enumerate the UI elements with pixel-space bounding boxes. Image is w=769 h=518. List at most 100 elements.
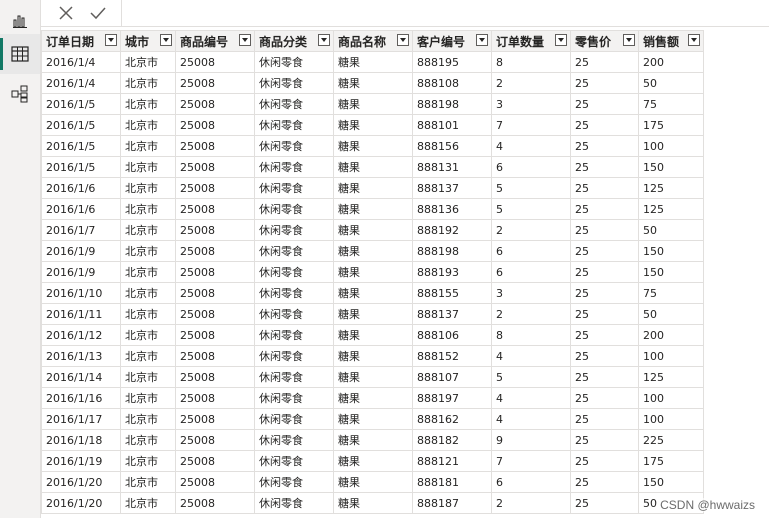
table-cell[interactable]: 2016/1/5 bbox=[41, 156, 121, 178]
column-header[interactable]: 城市 bbox=[120, 30, 176, 52]
table-cell[interactable]: 888192 bbox=[412, 219, 492, 241]
table-row[interactable]: 2016/1/16 北京市 25008 休闲零食 糖果 888197 4 25 100 bbox=[41, 387, 704, 409]
table-cell[interactable]: 888121 bbox=[412, 450, 492, 472]
table-cell[interactable]: 225 bbox=[638, 429, 704, 451]
table-cell[interactable]: 休闲零食 bbox=[254, 219, 334, 241]
column-header[interactable]: 商品编号 bbox=[175, 30, 255, 52]
column-header[interactable]: 销售额 bbox=[638, 30, 704, 52]
table-cell[interactable]: 150 bbox=[638, 240, 704, 262]
table-cell[interactable]: 25008 bbox=[175, 471, 255, 493]
table-cell[interactable]: 25008 bbox=[175, 387, 255, 409]
table-cell[interactable]: 2 bbox=[491, 303, 571, 325]
table-cell[interactable]: 25 bbox=[570, 114, 639, 136]
table-cell[interactable]: 休闲零食 bbox=[254, 177, 334, 199]
table-cell[interactable]: 25 bbox=[570, 135, 639, 157]
table-cell[interactable]: 5 bbox=[491, 366, 571, 388]
table-cell[interactable]: 糖果 bbox=[333, 324, 413, 346]
table-cell[interactable]: 25 bbox=[570, 51, 639, 73]
table-cell[interactable]: 糖果 bbox=[333, 177, 413, 199]
table-cell[interactable]: 6 bbox=[491, 471, 571, 493]
table-cell[interactable]: 75 bbox=[638, 93, 704, 115]
table-cell[interactable]: 休闲零食 bbox=[254, 282, 334, 304]
table-cell[interactable]: 25 bbox=[570, 177, 639, 199]
table-row[interactable]: 2016/1/6 北京市 25008 休闲零食 糖果 888136 5 25 125 bbox=[41, 198, 704, 220]
table-cell[interactable]: 100 bbox=[638, 345, 704, 367]
table-cell[interactable]: 糖果 bbox=[333, 303, 413, 325]
table-cell[interactable]: 休闲零食 bbox=[254, 492, 334, 514]
table-cell[interactable]: 休闲零食 bbox=[254, 324, 334, 346]
table-cell[interactable]: 2016/1/10 bbox=[41, 282, 121, 304]
table-cell[interactable]: 25008 bbox=[175, 198, 255, 220]
table-cell[interactable]: 糖果 bbox=[333, 93, 413, 115]
table-cell[interactable]: 50 bbox=[638, 72, 704, 94]
table-cell[interactable]: 25008 bbox=[175, 345, 255, 367]
table-cell[interactable]: 2016/1/4 bbox=[41, 72, 121, 94]
table-cell[interactable]: 2 bbox=[491, 219, 571, 241]
table-cell[interactable]: 糖果 bbox=[333, 492, 413, 514]
table-cell[interactable]: 888101 bbox=[412, 114, 492, 136]
table-cell[interactable]: 北京市 bbox=[120, 93, 176, 115]
table-row[interactable]: 2016/1/19 北京市 25008 休闲零食 糖果 888121 7 25 175 bbox=[41, 450, 704, 472]
table-cell[interactable]: 休闲零食 bbox=[254, 471, 334, 493]
table-cell[interactable]: 2 bbox=[491, 492, 571, 514]
table-cell[interactable]: 125 bbox=[638, 177, 704, 199]
table-cell[interactable]: 888107 bbox=[412, 366, 492, 388]
table-cell[interactable]: 北京市 bbox=[120, 261, 176, 283]
table-cell[interactable]: 北京市 bbox=[120, 114, 176, 136]
table-cell[interactable]: 25 bbox=[570, 345, 639, 367]
table-cell[interactable]: 糖果 bbox=[333, 387, 413, 409]
table-cell[interactable]: 北京市 bbox=[120, 324, 176, 346]
table-cell[interactable]: 888198 bbox=[412, 240, 492, 262]
table-cell[interactable]: 4 bbox=[491, 387, 571, 409]
column-header[interactable]: 订单日期 bbox=[41, 30, 121, 52]
table-cell[interactable]: 150 bbox=[638, 471, 704, 493]
table-cell[interactable]: 休闲零食 bbox=[254, 51, 334, 73]
table-cell[interactable]: 糖果 bbox=[333, 345, 413, 367]
table-cell[interactable]: 休闲零食 bbox=[254, 135, 334, 157]
table-cell[interactable]: 糖果 bbox=[333, 156, 413, 178]
formula-input[interactable] bbox=[122, 0, 769, 27]
table-cell[interactable]: 25008 bbox=[175, 303, 255, 325]
table-cell[interactable]: 糖果 bbox=[333, 429, 413, 451]
table-row[interactable]: 2016/1/6 北京市 25008 休闲零食 糖果 888137 5 25 125 bbox=[41, 177, 704, 199]
table-row[interactable]: 2016/1/11 北京市 25008 休闲零食 糖果 888137 2 25 50 bbox=[41, 303, 704, 325]
table-cell[interactable]: 888108 bbox=[412, 72, 492, 94]
filter-dropdown-icon[interactable] bbox=[318, 34, 330, 46]
table-cell[interactable]: 2016/1/6 bbox=[41, 198, 121, 220]
table-cell[interactable]: 2016/1/5 bbox=[41, 135, 121, 157]
table-row[interactable]: 2016/1/9 北京市 25008 休闲零食 糖果 888198 6 25 150 bbox=[41, 240, 704, 262]
table-cell[interactable]: 北京市 bbox=[120, 135, 176, 157]
table-cell[interactable]: 休闲零食 bbox=[254, 72, 334, 94]
table-cell[interactable]: 888152 bbox=[412, 345, 492, 367]
table-row[interactable]: 2016/1/4 北京市 25008 休闲零食 糖果 888108 2 25 50 bbox=[41, 72, 704, 94]
table-cell[interactable]: 北京市 bbox=[120, 282, 176, 304]
table-cell[interactable]: 200 bbox=[638, 324, 704, 346]
table-cell[interactable]: 888197 bbox=[412, 387, 492, 409]
table-cell[interactable]: 25008 bbox=[175, 135, 255, 157]
table-row[interactable]: 2016/1/13 北京市 25008 休闲零食 糖果 888152 4 25 100 bbox=[41, 345, 704, 367]
table-cell[interactable]: 25 bbox=[570, 429, 639, 451]
table-cell[interactable]: 休闲零食 bbox=[254, 303, 334, 325]
table-cell[interactable]: 125 bbox=[638, 198, 704, 220]
filter-dropdown-icon[interactable] bbox=[688, 34, 700, 46]
table-cell[interactable]: 北京市 bbox=[120, 471, 176, 493]
table-cell[interactable]: 2016/1/19 bbox=[41, 450, 121, 472]
commit-edit-button[interactable] bbox=[83, 1, 113, 25]
table-cell[interactable]: 25008 bbox=[175, 282, 255, 304]
table-cell[interactable]: 25 bbox=[570, 324, 639, 346]
table-cell[interactable]: 休闲零食 bbox=[254, 114, 334, 136]
table-cell[interactable]: 2016/1/13 bbox=[41, 345, 121, 367]
table-cell[interactable]: 北京市 bbox=[120, 408, 176, 430]
table-cell[interactable]: 2016/1/4 bbox=[41, 51, 121, 73]
table-cell[interactable]: 糖果 bbox=[333, 219, 413, 241]
table-cell[interactable]: 888187 bbox=[412, 492, 492, 514]
column-header[interactable]: 订单数量 bbox=[491, 30, 571, 52]
table-cell[interactable]: 888195 bbox=[412, 51, 492, 73]
table-cell[interactable]: 2016/1/9 bbox=[41, 261, 121, 283]
table-cell[interactable]: 糖果 bbox=[333, 408, 413, 430]
table-row[interactable]: 2016/1/4 北京市 25008 休闲零食 糖果 888195 8 25 200 bbox=[41, 51, 704, 73]
filter-dropdown-icon[interactable] bbox=[239, 34, 251, 46]
table-cell[interactable]: 糖果 bbox=[333, 72, 413, 94]
table-cell[interactable]: 北京市 bbox=[120, 156, 176, 178]
table-cell[interactable]: 25008 bbox=[175, 429, 255, 451]
